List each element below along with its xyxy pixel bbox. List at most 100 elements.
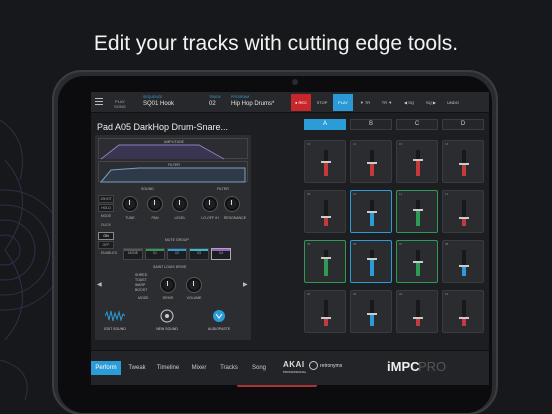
tab-song[interactable]: Song [245, 361, 273, 375]
pad-13[interactable]: 13 [304, 140, 346, 183]
rec-button[interactable]: ● REC [291, 94, 311, 111]
pad-level-meter [370, 250, 374, 276]
filter-envelope[interactable]: FILTER [98, 161, 248, 183]
mute-none-label: NONE [127, 251, 139, 255]
lo-off-knob[interactable] [203, 197, 217, 211]
tune-knob[interactable] [123, 197, 137, 211]
pad-08[interactable]: 08 [442, 240, 484, 283]
pad-level-handle[interactable] [367, 313, 377, 316]
pad-level-handle[interactable] [321, 215, 331, 218]
duck-on-button[interactable]: ON [98, 232, 114, 240]
track-value: 02 [209, 101, 216, 107]
pad-03[interactable]: 03 [396, 290, 438, 333]
tab-tweak[interactable]: Tweak [123, 361, 151, 375]
pad-number: 11 [399, 192, 403, 196]
pad-number: 04 [445, 292, 449, 296]
track-selector[interactable]: TRACK 02 [209, 95, 221, 107]
tab-timeline[interactable]: Timeline [153, 361, 183, 375]
pad-level-fill [370, 163, 374, 176]
level-knob[interactable] [173, 197, 187, 211]
pad-level-fill [370, 259, 374, 276]
pad-level-handle[interactable] [321, 256, 331, 259]
pad-level-handle[interactable] [321, 160, 331, 163]
menu-icon[interactable] [95, 98, 103, 105]
pad-02[interactable]: 02 [350, 290, 392, 333]
track-up-button[interactable]: TR ▼ [377, 94, 397, 111]
pad-level-handle[interactable] [413, 260, 423, 263]
pan-knob[interactable] [148, 197, 162, 211]
pad-06[interactable]: 06 [350, 240, 392, 283]
mute-02-cell[interactable]: 02 [167, 248, 187, 260]
drive-options[interactable]: SHRED TOAST WARP BOOST [135, 273, 147, 293]
pad-level-fill [324, 161, 328, 176]
pad-10[interactable]: 10 [350, 190, 392, 233]
sequence-next-button[interactable]: SQ ▶ [421, 94, 441, 111]
pad-level-handle[interactable] [459, 317, 469, 320]
audiopaste-label: AUDIOPASTE [207, 327, 231, 331]
bank-c-button[interactable]: C [396, 119, 438, 130]
pad-level-handle[interactable] [367, 258, 377, 261]
track-down-button[interactable]: ▼ TR [355, 94, 375, 111]
hold-button[interactable]: HOLD [98, 204, 114, 212]
oneshot-button[interactable]: 1SHOT [98, 195, 114, 203]
pad-12[interactable]: 12 [442, 190, 484, 233]
pad-level-meter [462, 300, 466, 326]
pad-15[interactable]: 15 [396, 140, 438, 183]
play-song-button[interactable]: PLAY SONG [113, 99, 127, 109]
pad-level-handle[interactable] [413, 159, 423, 162]
mute-none-cell[interactable]: NONE [123, 248, 143, 260]
duck-off-button[interactable]: OFF [98, 241, 114, 249]
drive-prev-arrow[interactable]: ◀ [97, 281, 102, 288]
tab-tracks[interactable]: Tracks [215, 361, 243, 375]
drive-next-arrow[interactable]: ▶ [243, 281, 248, 288]
pad-level-meter [416, 300, 420, 326]
pad-09[interactable]: 09 [304, 190, 346, 233]
volume-knob[interactable] [187, 278, 201, 292]
pad-level-handle[interactable] [459, 217, 469, 220]
pad-level-handle[interactable] [459, 163, 469, 166]
pad-16[interactable]: 16 [442, 140, 484, 183]
amplitude-envelope[interactable]: AMPLITUDE [98, 138, 248, 160]
pad-11[interactable]: 11 [396, 190, 438, 233]
pad-level-handle[interactable] [413, 209, 423, 212]
pad-level-handle[interactable] [413, 317, 423, 320]
stop-button[interactable]: STOP [312, 94, 332, 111]
play-button[interactable]: PLAY [333, 94, 353, 111]
sequence-prev-button[interactable]: ◀ SQ [399, 94, 419, 111]
mute-04-cell[interactable]: 04 [211, 248, 231, 260]
pad-level-fill [462, 318, 466, 326]
pan-label: PAN [151, 216, 159, 220]
audiopaste-button[interactable]: AUDIOPASTE [203, 309, 235, 331]
pad-04[interactable]: 04 [442, 290, 484, 333]
mute-03-label: 03 [197, 251, 201, 255]
pad-01[interactable]: 01 [304, 290, 346, 333]
mute-01-cell[interactable]: 01 [145, 248, 165, 260]
bank-d-button[interactable]: D [442, 119, 484, 130]
impc-logo: iMPC [387, 359, 420, 374]
edit-sound-button[interactable]: EDIT SOUND [99, 309, 131, 331]
pad-07[interactable]: 07 [396, 240, 438, 283]
pad-05[interactable]: 05 [304, 240, 346, 283]
mute-03-cell[interactable]: 03 [189, 248, 209, 260]
drive-knob[interactable] [161, 278, 175, 292]
sequence-selector[interactable]: SEQUENCE SQ01 Hook [143, 95, 174, 107]
bottom-tab-bar: Perform Tweak Timeline Mixer Tracks Song… [91, 350, 489, 385]
program-value: Hip Hop Drums* [231, 101, 275, 107]
pad-level-handle[interactable] [459, 264, 469, 267]
bank-a-button[interactable]: A [304, 119, 346, 130]
pad-level-handle[interactable] [367, 210, 377, 213]
pad-level-handle[interactable] [321, 317, 331, 320]
pad-level-fill [462, 164, 466, 176]
pad-14[interactable]: 14 [350, 140, 392, 183]
mute-04-label: 04 [219, 251, 223, 255]
tab-perform[interactable]: Perform [91, 361, 121, 375]
program-selector[interactable]: PROGRAM Hip Hop Drums* [231, 95, 274, 107]
resonance-knob[interactable] [225, 197, 239, 211]
ipad-frame: PLAY SONG SEQUENCE SQ01 Hook TRACK 02 PR… [52, 70, 498, 414]
tab-mixer[interactable]: Mixer [185, 361, 213, 375]
pad-number: 15 [399, 142, 403, 146]
undo-button[interactable]: UNDO [443, 94, 463, 111]
pad-level-handle[interactable] [367, 162, 377, 164]
new-sound-button[interactable]: NEW SOUND [151, 309, 183, 331]
bank-b-button[interactable]: B [350, 119, 392, 130]
